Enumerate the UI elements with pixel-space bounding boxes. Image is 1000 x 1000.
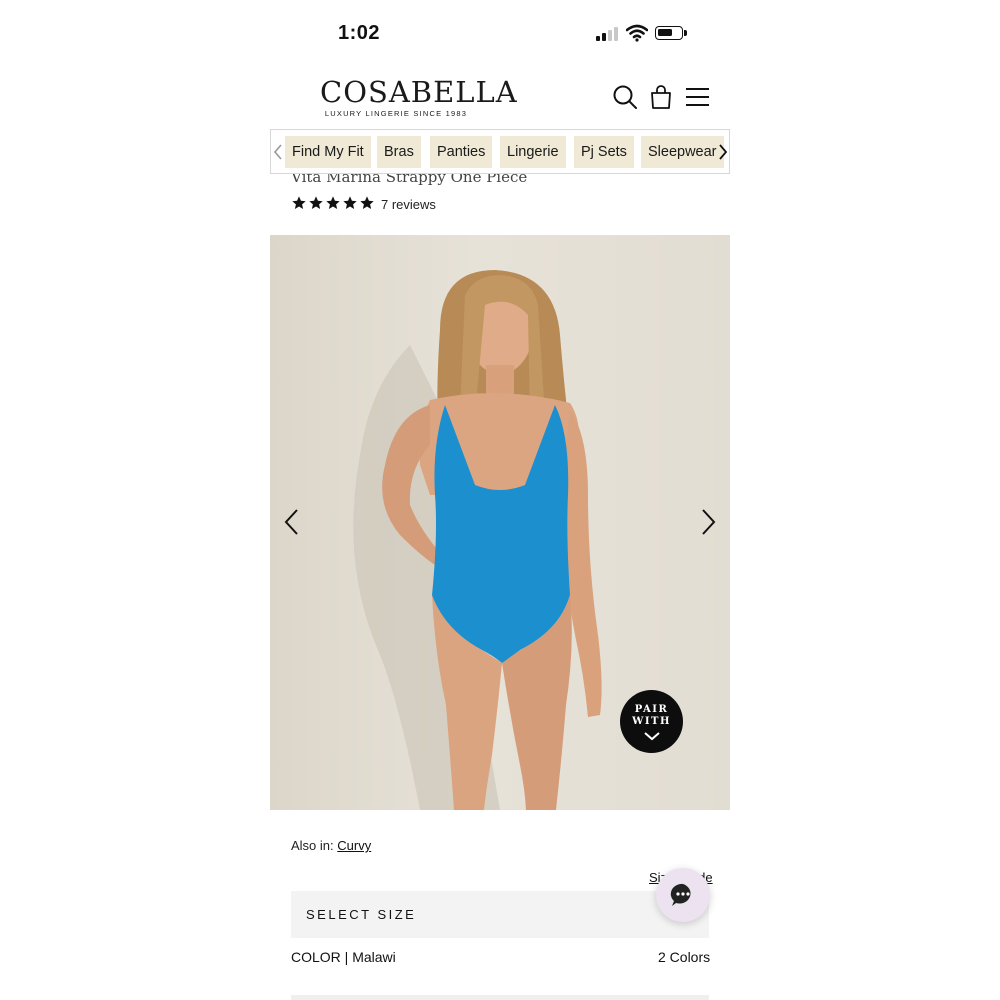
also-in-label: Also in: (291, 838, 334, 853)
battery-tip (684, 30, 687, 36)
nav-scroll-left-icon[interactable] (271, 130, 285, 173)
battery-icon (655, 26, 683, 40)
select-size-dropdown[interactable]: SELECT SIZE (291, 891, 709, 938)
nav-item-lingerie[interactable]: Lingerie (500, 136, 566, 168)
nav-item-panties[interactable]: Panties (430, 136, 493, 168)
next-section-edge (291, 995, 709, 1000)
nav-item-find-my-fit[interactable]: Find My Fit (285, 136, 371, 168)
nav-item-pj-sets[interactable]: Pj Sets (574, 136, 634, 168)
color-label: COLOR | Malawi (291, 949, 396, 965)
nav-item-sleepwear[interactable]: Sleepwear (641, 136, 724, 168)
brand-name: COSABELLA (320, 75, 518, 109)
brand-tagline: LUXURY LINGERIE SINCE 1983 (324, 109, 468, 118)
brand-logo[interactable]: COSABELLA LUXURY LINGERIE SINCE 1983 (320, 75, 518, 118)
cellular-signal-icon (596, 27, 620, 41)
also-in-row: Also in: Curvy (291, 838, 371, 853)
pair-with-button[interactable]: PAIR WITH (620, 690, 683, 753)
search-icon[interactable] (612, 84, 638, 110)
also-in-curvy-link[interactable]: Curvy (337, 838, 371, 853)
reviews-link[interactable]: 7 reviews (381, 197, 436, 212)
star-icon (343, 196, 357, 209)
star-icon (309, 196, 323, 209)
star-rating[interactable] (291, 195, 375, 213)
category-nav: Find My Fit Bras Panties Lingerie Pj Set… (270, 129, 730, 174)
product-image-carousel[interactable]: PAIR WITH (270, 235, 730, 810)
menu-icon[interactable] (685, 84, 711, 110)
wifi-icon (626, 24, 648, 42)
carousel-prev-icon[interactable] (282, 507, 302, 537)
star-icon (360, 196, 374, 209)
nav-item-bras[interactable]: Bras (377, 136, 421, 168)
status-time: 1:02 (338, 22, 381, 44)
nav-scroll-right-icon[interactable] (716, 130, 729, 173)
shopping-bag-icon[interactable] (648, 84, 674, 110)
color-count[interactable]: 2 Colors (658, 949, 710, 965)
chevron-down-icon (643, 732, 660, 741)
pair-with-line1: PAIR (634, 704, 669, 715)
carousel-next-icon[interactable] (698, 507, 718, 537)
chat-button[interactable] (656, 868, 710, 922)
chat-icon (670, 883, 691, 906)
pair-with-line2: WITH (632, 716, 671, 727)
star-icon (292, 196, 306, 209)
star-icon (326, 196, 340, 209)
